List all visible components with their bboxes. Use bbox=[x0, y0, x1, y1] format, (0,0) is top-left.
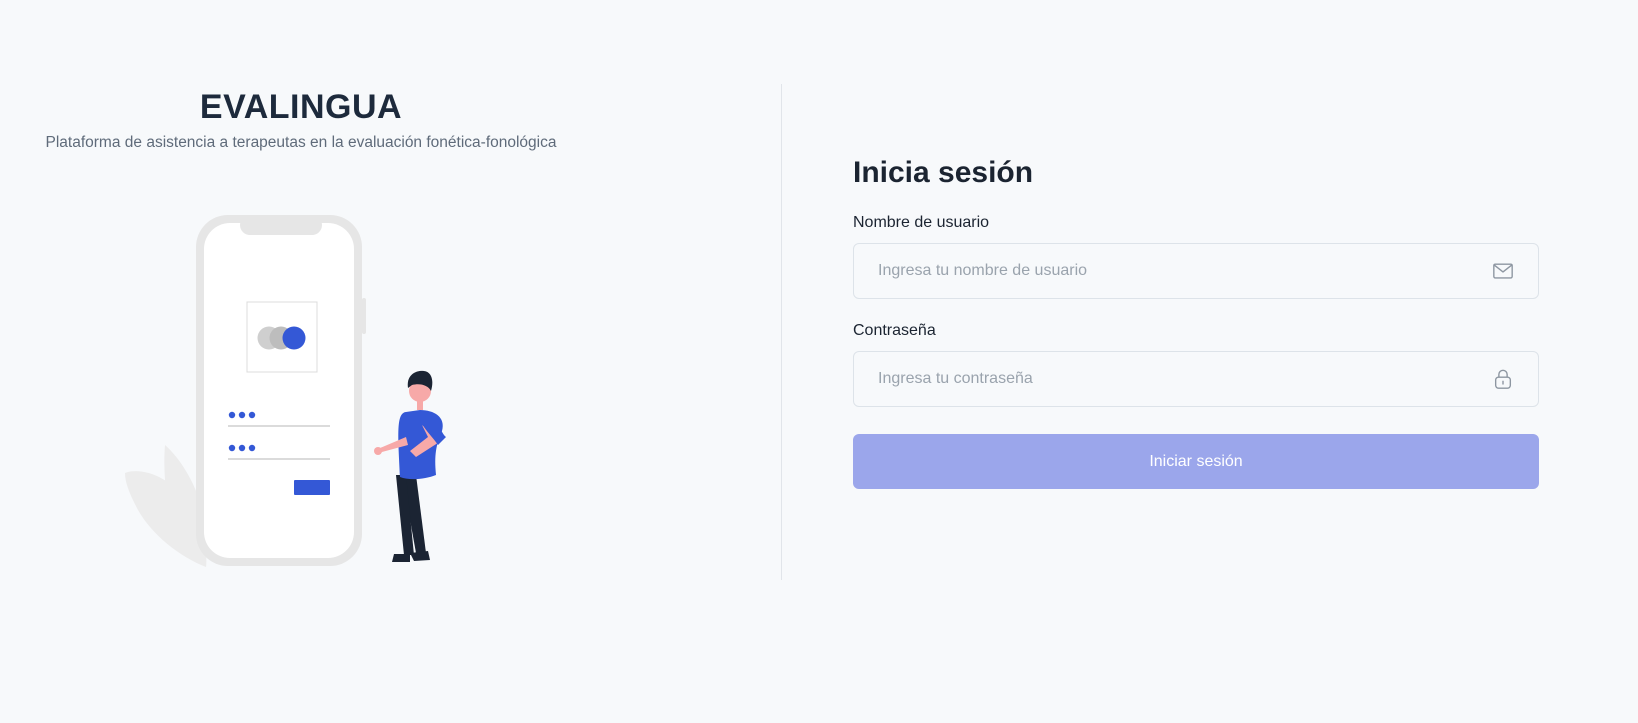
brand-title: EVALINGUA bbox=[199, 88, 403, 126]
username-field bbox=[853, 243, 1539, 299]
password-label: Contraseña bbox=[853, 322, 936, 339]
username-input[interactable] bbox=[854, 244, 1474, 298]
leaf-decoration bbox=[125, 445, 207, 567]
password-field bbox=[853, 351, 1539, 407]
login-submit-button[interactable]: Iniciar sesión bbox=[853, 434, 1539, 489]
branding-panel: EVALINGUA Plataforma de asistencia a ter… bbox=[0, 0, 600, 723]
username-label: Nombre de usuario bbox=[853, 214, 990, 231]
lock-icon bbox=[1494, 369, 1512, 389]
login-illustration bbox=[125, 215, 446, 567]
login-page: EVALINGUA Plataforma de asistencia a ter… bbox=[0, 0, 1638, 723]
person-figure bbox=[374, 370, 446, 562]
login-title: Inicia sesión bbox=[853, 156, 1034, 189]
envelope-icon bbox=[1493, 263, 1513, 279]
brand-subtitle: Plataforma de asistencia a terapeutas en… bbox=[45, 134, 557, 151]
panel-divider bbox=[781, 84, 782, 580]
phone-graphic bbox=[196, 215, 366, 566]
password-input[interactable] bbox=[854, 352, 1474, 406]
